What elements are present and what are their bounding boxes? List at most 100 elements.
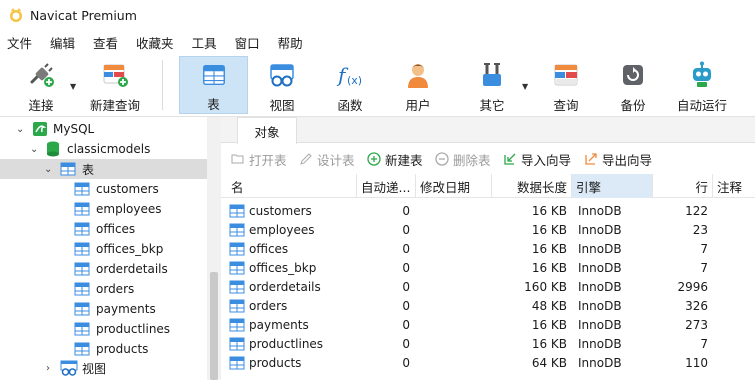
other-button[interactable]: 其它 (466, 56, 518, 114)
table-row[interactable]: customers 0 16 KB InnoDB 122 (221, 201, 755, 220)
sidebar-scroll-thumb[interactable] (210, 272, 218, 380)
new-query-icon (103, 64, 128, 87)
database-icon (47, 141, 59, 157)
menu-tools[interactable]: 工具 (183, 33, 226, 52)
col-header-modified-date[interactable]: 修改日期 (416, 174, 492, 198)
tree-table-item[interactable]: productlines (0, 319, 207, 339)
mysql-connection-icon (33, 122, 47, 136)
tab-objects[interactable]: 对象 (237, 117, 297, 144)
tree-table-item[interactable]: offices_bkp (0, 239, 207, 259)
cell-comment (717, 277, 755, 296)
view-button[interactable]: 视图 (256, 56, 308, 114)
query-button[interactable]: 查询 (540, 56, 592, 114)
tree-table-item[interactable]: customers (0, 179, 207, 199)
tree-views-node[interactable]: › 视图 (0, 358, 207, 378)
col-header-rows[interactable]: 行 (653, 174, 713, 198)
tree-table-label: productlines (96, 322, 171, 336)
delete-table-label: 删除表 (453, 152, 491, 168)
cell-comment (717, 239, 755, 258)
tree-table-item[interactable]: orders (0, 279, 207, 299)
new-query-label: 新建查询 (89, 98, 140, 113)
cell-engine: InnoDB (578, 241, 622, 256)
col-header-comment[interactable]: 注释 (713, 174, 755, 198)
table-label: 表 (207, 97, 220, 112)
table-row[interactable]: offices_bkp 0 16 KB InnoDB 7 (221, 258, 755, 277)
backup-label: 备份 (620, 98, 646, 113)
table-icon (229, 280, 245, 293)
title-bar: Navicat Premium (0, 0, 755, 30)
automation-button[interactable]: 自动运行 (670, 56, 734, 114)
new-table-button[interactable]: 新建表 (367, 150, 423, 169)
chevron-down-icon[interactable]: ⌄ (16, 124, 24, 135)
cell-rows: 326 (685, 298, 708, 313)
col-header-engine[interactable]: 引擎 (572, 174, 653, 198)
menu-favorites[interactable]: 收藏夹 (127, 33, 183, 52)
chevron-down-icon[interactable]: ⌄ (30, 144, 38, 155)
tree-connection-mysql[interactable]: ⌄ MySQL (0, 119, 207, 139)
view-glasses-icon (60, 360, 78, 376)
user-button[interactable]: 用户 (392, 56, 444, 114)
col-header-data-length[interactable]: 数据长度 (492, 174, 572, 198)
table-icon (74, 282, 90, 296)
table-row[interactable]: productlines 0 16 KB InnoDB 7 (221, 334, 755, 353)
cell-name: orderdetails (229, 277, 357, 296)
table-row[interactable]: offices 0 16 KB InnoDB 7 (221, 239, 755, 258)
table-row[interactable]: payments 0 16 KB InnoDB 273 (221, 315, 755, 334)
tree-tables-node[interactable]: ⌄ 表 (0, 159, 207, 179)
open-table-label: 打开表 (249, 152, 287, 168)
minus-circle-icon (435, 152, 449, 166)
window-title: Navicat Premium (30, 7, 137, 23)
menu-window[interactable]: 窗口 (226, 33, 269, 52)
connect-label: 连接 (28, 98, 54, 113)
tab-strip: 对象 (221, 117, 755, 144)
menu-file[interactable]: 文件 (0, 33, 41, 52)
col-header-auto-increment[interactable]: 自动递... (357, 174, 416, 198)
backup-button[interactable]: 备份 (607, 56, 659, 114)
table-icon (74, 302, 90, 316)
table-row[interactable]: employees 0 16 KB InnoDB 23 (221, 220, 755, 239)
export-wizard-button[interactable]: 导出向导 (584, 150, 652, 169)
table-row[interactable]: orders 0 48 KB InnoDB 326 (221, 296, 755, 315)
table-row[interactable]: products 0 64 KB InnoDB 110 (221, 353, 755, 372)
table-icon (229, 204, 245, 217)
tree-table-item[interactable]: products (0, 339, 207, 359)
function-label: 函数 (337, 98, 363, 113)
col-header-name[interactable]: 名 (227, 174, 357, 198)
menu-edit[interactable]: 编辑 (41, 33, 84, 52)
new-query-button[interactable]: 新建查询 (86, 56, 144, 114)
table-button[interactable]: 表 (179, 56, 248, 114)
function-button[interactable]: f (x) 函数 (324, 56, 376, 114)
cell-modified-date (420, 296, 490, 315)
menu-bar: 文件 编辑 查看 收藏夹 工具 窗口 帮助 (0, 30, 755, 54)
delete-table-button[interactable]: 删除表 (435, 150, 491, 169)
connect-button[interactable]: 连接 (18, 56, 64, 114)
tree-table-item[interactable]: payments (0, 299, 207, 319)
table-icon (74, 262, 90, 276)
cell-data-length: 16 KB (531, 222, 567, 237)
tree-database-classicmodels[interactable]: ⌄ classicmodels (0, 139, 207, 159)
tree-table-item[interactable]: employees (0, 199, 207, 219)
cell-name-text: offices (249, 241, 289, 256)
tree-connection-label: MySQL (53, 122, 95, 136)
cell-modified-date (420, 201, 490, 220)
cell-name-text: customers (249, 203, 312, 218)
import-wizard-button[interactable]: 导入向导 (503, 150, 571, 169)
cell-rows: 122 (685, 203, 708, 218)
chevron-down-icon[interactable]: ⌄ (44, 164, 52, 175)
cell-rows: 7 (700, 241, 708, 256)
design-table-button[interactable]: 设计表 (299, 150, 355, 169)
menu-help[interactable]: 帮助 (269, 33, 312, 52)
tree-table-item[interactable]: offices (0, 219, 207, 239)
connect-dropdown-icon[interactable]: ▼ (70, 82, 76, 91)
tree-table-item[interactable]: orderdetails (0, 259, 207, 279)
menu-view[interactable]: 查看 (84, 33, 127, 52)
object-pane: 对象 打开表 设计表 新建表 删除表 导入向导 导出向导 名 自动递... 修改… (221, 117, 755, 380)
navicat-logo-icon (10, 8, 22, 22)
chevron-right-icon[interactable]: › (46, 363, 50, 374)
view-label: 视图 (269, 98, 295, 113)
other-dropdown-icon[interactable]: ▼ (522, 82, 528, 91)
folder-open-icon (231, 154, 244, 164)
open-table-button[interactable]: 打开表 (231, 150, 287, 169)
table-row[interactable]: orderdetails 0 160 KB InnoDB 2996 (221, 277, 755, 296)
sidebar-scrollbar[interactable] (207, 117, 221, 380)
